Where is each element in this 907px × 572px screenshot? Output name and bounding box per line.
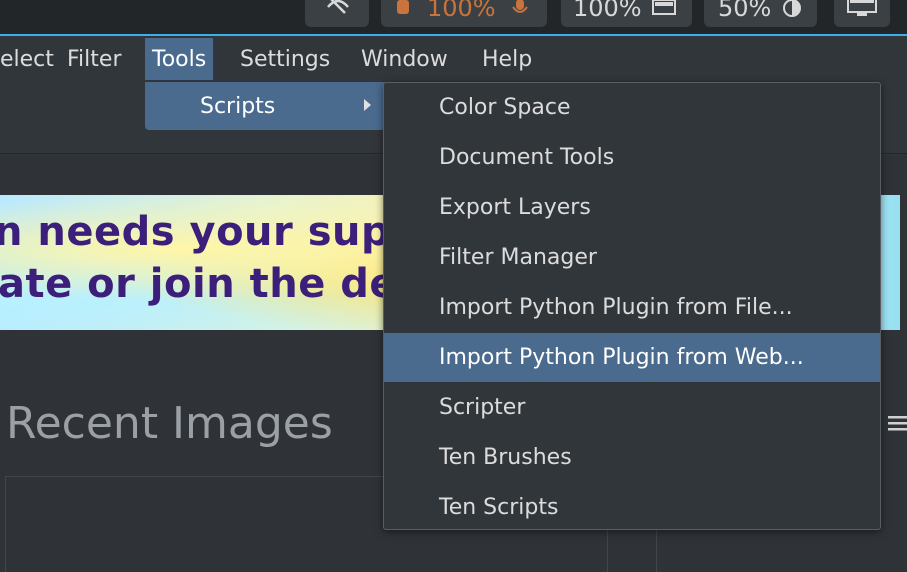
hamburger-menu-icon[interactable]: [886, 414, 907, 432]
microphone-icon[interactable]: [510, 0, 530, 17]
menu-item-scripts[interactable]: Scripts: [200, 82, 275, 130]
monitor-icon[interactable]: [847, 0, 877, 18]
scripts-submenu: Color Space Document Tools Export Layers…: [383, 82, 881, 530]
brush-icon: [395, 0, 411, 16]
menu-select[interactable]: elect: [0, 38, 61, 80]
rotation-pill[interactable]: 100%: [561, 0, 692, 27]
banner-line-1: n needs your sup: [0, 209, 391, 255]
menu-bar: elect Filter Tools Settings Window Help: [0, 38, 907, 82]
zoom-value: 100%: [427, 0, 496, 22]
menu-window[interactable]: Window: [354, 38, 455, 80]
recent-images-title: Recent Images: [6, 398, 333, 449]
menu-tools[interactable]: Tools: [145, 38, 214, 80]
rotation-value: 100%: [573, 0, 642, 22]
submenu-item-export-layers[interactable]: Export Layers: [384, 183, 880, 232]
submenu-item-color-space[interactable]: Color Space: [384, 83, 880, 132]
submenu-item-document-tools[interactable]: Document Tools: [384, 133, 880, 182]
tools-dropdown: Scripts: [145, 82, 385, 130]
submenu-arrow-icon: [364, 99, 371, 111]
status-bar: 100% 100% 50%: [0, 0, 907, 36]
submenu-item-ten-scripts[interactable]: Ten Scripts: [384, 483, 880, 532]
view-toggle-pill[interactable]: [305, 0, 369, 27]
opacity-value: 50%: [718, 0, 772, 22]
submenu-item-filter-manager[interactable]: Filter Manager: [384, 233, 880, 282]
submenu-item-scripter[interactable]: Scripter: [384, 383, 880, 432]
brush-opacity-pill[interactable]: 100%: [381, 0, 547, 27]
banner-line-2: ate or join the de: [0, 261, 398, 307]
menu-filter[interactable]: Filter: [60, 38, 128, 80]
submenu-item-import-from-web[interactable]: Import Python Plugin from Web...: [384, 333, 880, 382]
submenu-item-ten-brushes[interactable]: Ten Brushes: [384, 433, 880, 482]
half-circle-icon: [781, 0, 803, 17]
menu-help[interactable]: Help: [475, 38, 539, 80]
eye-off-icon[interactable]: [325, 0, 351, 17]
workspace-pill[interactable]: [834, 0, 890, 27]
submenu-item-import-from-file[interactable]: Import Python Plugin from File...: [384, 283, 880, 332]
display-icon: [651, 0, 676, 16]
opacity-pill[interactable]: 50%: [704, 0, 817, 27]
menu-settings[interactable]: Settings: [233, 38, 337, 80]
